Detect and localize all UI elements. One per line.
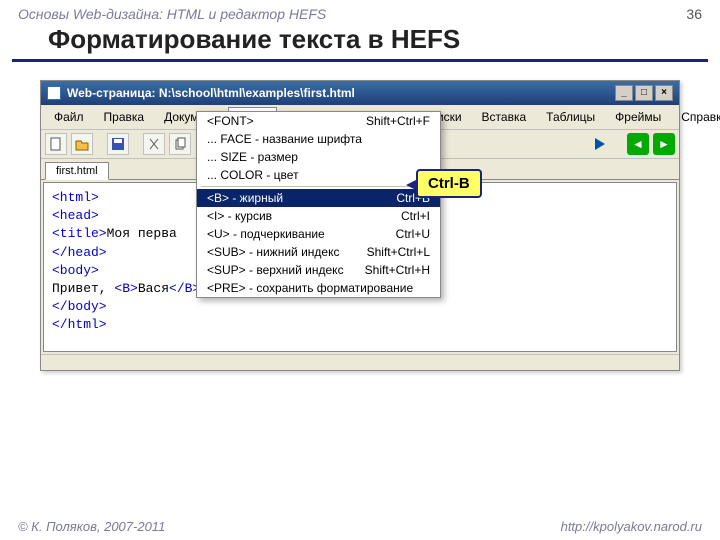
- dropdown-item[interactable]: ... FACE - название шрифта: [197, 130, 440, 148]
- copy-button[interactable]: [169, 133, 191, 155]
- menu-файл[interactable]: Файл: [45, 107, 93, 127]
- dropdown-item[interactable]: ... COLOR - цвет: [197, 166, 440, 184]
- dropdown-separator: [201, 186, 436, 187]
- window-title: Web-страница: N:\school\html\examples\fi…: [67, 86, 355, 100]
- menu-вставка[interactable]: Вставка: [473, 107, 536, 127]
- text-menu-dropdown: <FONT>Shift+Ctrl+F... FACE - название шр…: [196, 111, 441, 298]
- shortcut-callout: Ctrl-B: [416, 169, 482, 198]
- titlebar: Web-страница: N:\school\html\examples\fi…: [41, 81, 679, 105]
- footer-url: http://kpolyakov.narod.ru: [561, 519, 702, 534]
- save-button[interactable]: [107, 133, 129, 155]
- menu-правка[interactable]: Правка: [95, 107, 154, 127]
- dropdown-item[interactable]: <U> - подчеркиваниеCtrl+U: [197, 225, 440, 243]
- maximize-button[interactable]: □: [635, 85, 653, 101]
- app-window: Web-страница: N:\school\html\examples\fi…: [40, 80, 680, 371]
- nav-back-button[interactable]: ◄: [627, 133, 649, 155]
- footer-copyright: © К. Поляков, 2007-2011: [18, 519, 165, 534]
- dropdown-item[interactable]: <PRE> - сохранить форматирование: [197, 279, 440, 297]
- menu-таблицы[interactable]: Таблицы: [537, 107, 604, 127]
- statusbar: [41, 354, 679, 370]
- dropdown-item[interactable]: <I> - курсивCtrl+I: [197, 207, 440, 225]
- cut-button[interactable]: [143, 133, 165, 155]
- dropdown-item[interactable]: <SUP> - верхний индексShift+Ctrl+H: [197, 261, 440, 279]
- close-button[interactable]: ×: [655, 85, 673, 101]
- minimize-button[interactable]: _: [615, 85, 633, 101]
- nav-forward-button[interactable]: ►: [653, 133, 675, 155]
- play-icon[interactable]: [595, 138, 605, 150]
- slide-title: Форматирование текста в HEFS: [12, 24, 708, 62]
- page-number: 36: [686, 6, 702, 22]
- dropdown-item[interactable]: <FONT>Shift+Ctrl+F: [197, 112, 440, 130]
- new-file-button[interactable]: [45, 133, 67, 155]
- menu-справка[interactable]: Справка: [672, 107, 720, 127]
- slide-header: Основы Web-дизайна: HTML и редактор HEFS: [18, 6, 326, 22]
- dropdown-item[interactable]: <SUB> - нижний индексShift+Ctrl+L: [197, 243, 440, 261]
- menu-фреймы[interactable]: Фреймы: [606, 107, 670, 127]
- open-file-button[interactable]: [71, 133, 93, 155]
- dropdown-item[interactable]: <B> - жирныйCtrl+B: [197, 189, 440, 207]
- dropdown-item[interactable]: ... SIZE - размер: [197, 148, 440, 166]
- document-icon: [47, 86, 61, 100]
- file-tab[interactable]: first.html: [45, 162, 109, 180]
